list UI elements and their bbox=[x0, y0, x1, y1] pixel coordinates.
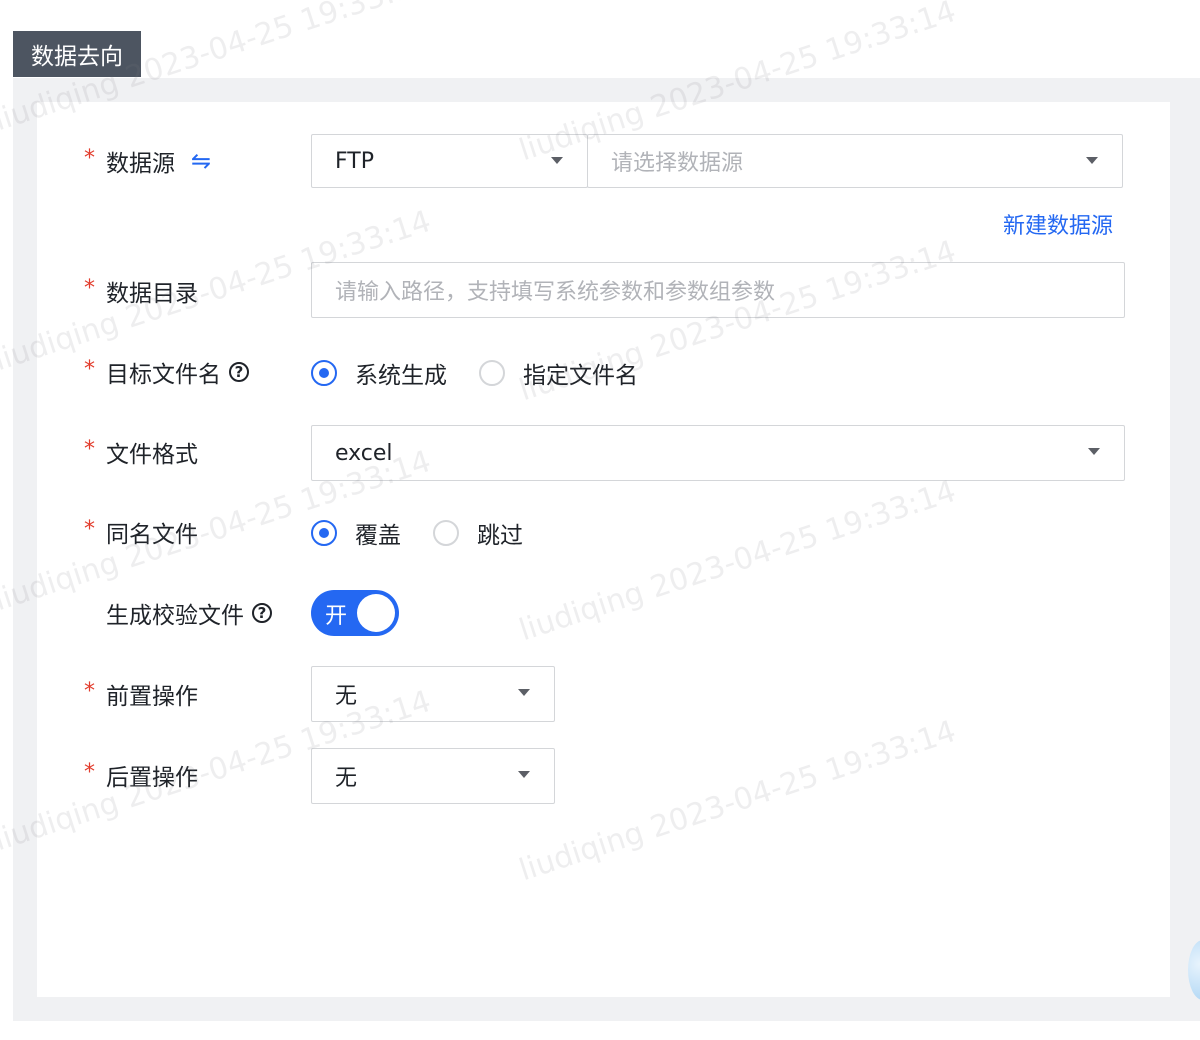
required-mark: * bbox=[84, 759, 95, 785]
directory-placeholder: 请输入路径，支持填写系统参数和参数组参数 bbox=[335, 280, 776, 305]
radio-system-generated[interactable]: 系统生成 bbox=[311, 356, 447, 390]
required-mark: * bbox=[84, 436, 95, 462]
pre-action-label: 前置操作 bbox=[106, 684, 198, 710]
radio-unchecked-icon bbox=[433, 520, 459, 546]
section-title: 数据去向 bbox=[13, 31, 141, 77]
radio-skip[interactable]: 跳过 bbox=[433, 516, 523, 550]
datasource-label: 数据源 bbox=[106, 151, 175, 177]
pre-action-label-row: * 前置操作 bbox=[84, 674, 198, 714]
file-format-select[interactable]: excel bbox=[311, 425, 1125, 481]
pre-action-select[interactable]: 无 bbox=[311, 666, 555, 722]
radio-specify-filename[interactable]: 指定文件名 bbox=[479, 356, 638, 390]
radio-label: 指定文件名 bbox=[523, 363, 638, 389]
directory-label: 数据目录 bbox=[106, 281, 198, 307]
pre-action-value: 无 bbox=[335, 684, 358, 709]
directory-label-row: * 数据目录 bbox=[84, 271, 198, 311]
required-mark: * bbox=[84, 516, 95, 542]
post-action-label-row: * 后置操作 bbox=[84, 755, 198, 795]
radio-label: 跳过 bbox=[477, 523, 523, 549]
required-mark: * bbox=[84, 356, 95, 382]
new-datasource-link[interactable]: 新建数据源 bbox=[1003, 208, 1113, 240]
radio-overwrite[interactable]: 覆盖 bbox=[311, 516, 401, 550]
caret-down-icon bbox=[1086, 157, 1098, 164]
radio-label: 系统生成 bbox=[355, 363, 447, 389]
file-format-value: excel bbox=[335, 440, 393, 466]
datasource-type-select[interactable]: FTP bbox=[311, 134, 588, 188]
target-filename-radio-group: 系统生成 指定文件名 bbox=[311, 353, 670, 393]
file-format-label: 文件格式 bbox=[106, 442, 198, 468]
datasource-placeholder: 请选择数据源 bbox=[611, 151, 744, 176]
radio-checked-icon bbox=[311, 360, 337, 386]
swap-icon[interactable]: ⇋ bbox=[191, 147, 211, 175]
datasource-select[interactable]: 请选择数据源 bbox=[587, 134, 1123, 188]
caret-down-icon bbox=[551, 157, 563, 164]
same-name-label: 同名文件 bbox=[106, 522, 198, 548]
post-action-select[interactable]: 无 bbox=[311, 748, 555, 804]
checksum-label: 生成校验文件 bbox=[106, 603, 244, 629]
target-filename-label-row: * 目标文件名 ? bbox=[84, 352, 249, 392]
required-mark: * bbox=[84, 275, 95, 301]
post-action-value: 无 bbox=[335, 766, 358, 791]
caret-down-icon bbox=[518, 771, 530, 778]
datasource-type-value: FTP bbox=[335, 148, 374, 174]
checksum-label-row: 生成校验文件 ? bbox=[84, 593, 272, 633]
radio-checked-icon bbox=[311, 520, 337, 546]
caret-down-icon bbox=[518, 689, 530, 696]
datasource-label-row: * 数据源 ⇋ bbox=[84, 141, 211, 181]
post-action-label: 后置操作 bbox=[106, 765, 198, 791]
file-format-label-row: * 文件格式 bbox=[84, 432, 198, 472]
caret-down-icon bbox=[1088, 448, 1100, 455]
target-filename-label: 目标文件名 bbox=[106, 362, 221, 388]
question-circle-icon[interactable]: ? bbox=[229, 362, 249, 382]
radio-unchecked-icon bbox=[479, 360, 505, 386]
toggle-knob bbox=[357, 594, 395, 632]
required-mark: * bbox=[84, 678, 95, 704]
form-card bbox=[37, 102, 1170, 997]
checksum-toggle[interactable]: 开 bbox=[311, 590, 399, 636]
toggle-label: 开 bbox=[325, 604, 348, 629]
same-name-label-row: * 同名文件 bbox=[84, 512, 198, 552]
question-circle-icon[interactable]: ? bbox=[252, 603, 272, 623]
directory-input[interactable]: 请输入路径，支持填写系统参数和参数组参数 bbox=[311, 262, 1125, 318]
same-name-radio-group: 覆盖 跳过 bbox=[311, 513, 555, 553]
radio-label: 覆盖 bbox=[355, 523, 401, 549]
required-mark: * bbox=[84, 145, 95, 171]
